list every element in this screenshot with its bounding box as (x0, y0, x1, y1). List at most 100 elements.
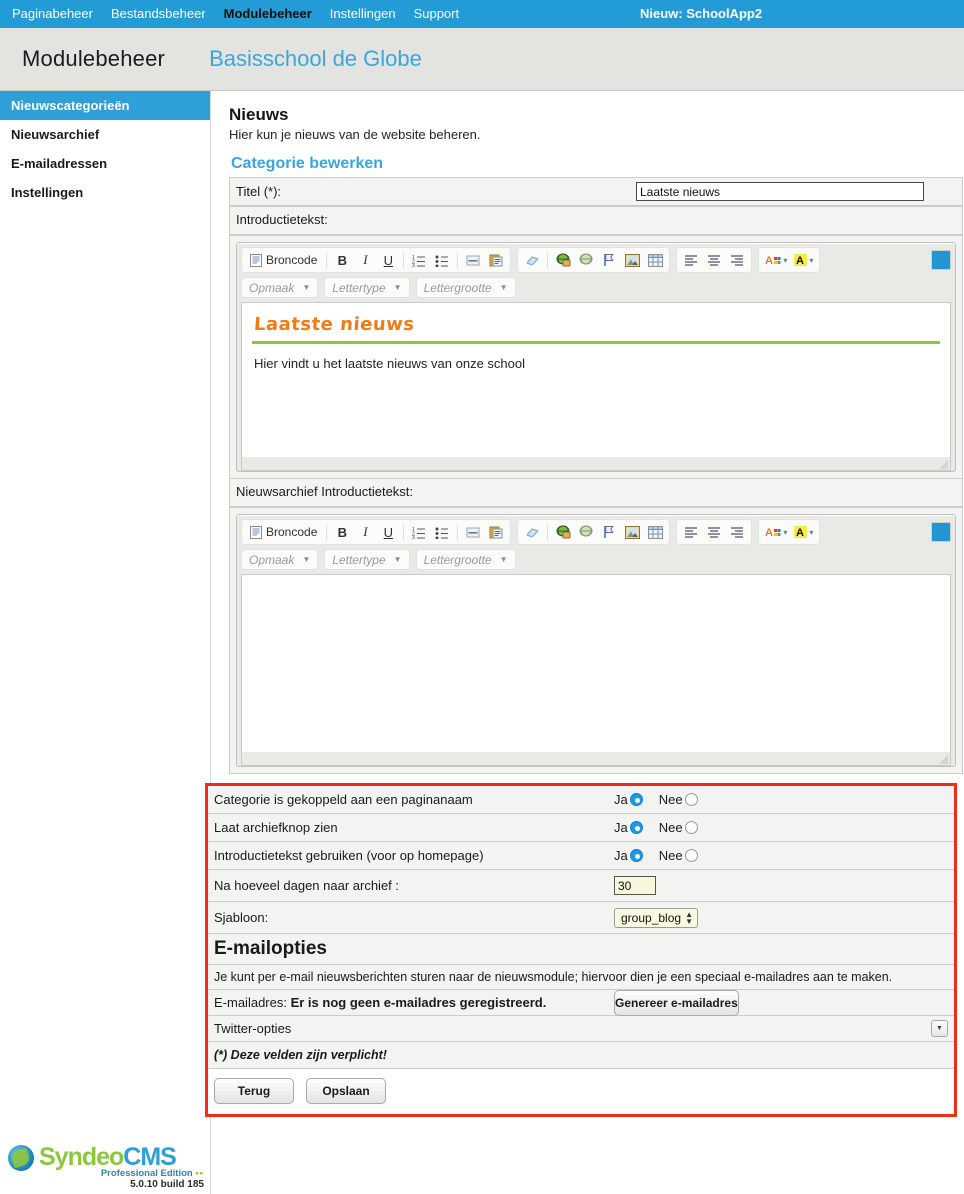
radio-ja[interactable] (629, 821, 643, 834)
titel-input[interactable] (636, 182, 924, 201)
table-button[interactable] (645, 250, 665, 270)
align-left-button[interactable] (681, 522, 701, 542)
numbered-list-button[interactable]: 123 (409, 250, 429, 270)
paste-from-word-button[interactable] (486, 522, 506, 542)
unlink-button[interactable] (576, 250, 596, 270)
align-center-button[interactable] (704, 522, 724, 542)
dagen-naar-archief-input[interactable] (614, 876, 656, 895)
chevron-down-icon: ▼ (936, 1025, 943, 1032)
radio-nee[interactable] (684, 849, 698, 862)
source-button[interactable]: Broncode (246, 250, 321, 270)
editor-footer-archive (241, 752, 951, 766)
maximize-button[interactable] (931, 522, 951, 542)
resize-grip-icon[interactable] (939, 460, 948, 469)
row-nieuwsarchief-introductietekst-label: Nieuwsarchief Introductietekst: (230, 479, 962, 507)
background-color-icon: A (794, 526, 808, 539)
sidebar-item-emailadressen[interactable]: E-mailadressen (0, 149, 210, 178)
unlink-button[interactable] (576, 522, 596, 542)
label-laat-archiefknop-zien: Laat archiefknop zien (214, 820, 338, 835)
fontsize-combo[interactable]: Lettergrootte ▼ (415, 549, 516, 570)
align-right-icon (731, 255, 744, 266)
font-combo[interactable]: Lettertype ▼ (324, 549, 410, 570)
background-color-button[interactable]: A ▾ (792, 250, 815, 270)
horizontal-rule-button[interactable] (463, 522, 483, 542)
nav-item-paginabeheer[interactable]: Paginabeheer (12, 0, 93, 28)
fontsize-combo[interactable]: Lettergrootte ▼ (415, 277, 516, 298)
text-color-button[interactable]: A ▾ (763, 522, 789, 542)
link-button[interactable] (553, 250, 573, 270)
text-color-button[interactable]: A ▾ (763, 250, 789, 270)
nav-item-bestandsbeheer[interactable]: Bestandsbeheer (111, 0, 206, 28)
row-twitter-opties[interactable]: Twitter-opties ▼ (208, 1016, 954, 1042)
page-title: Nieuws (229, 105, 289, 124)
logo-text-syndeo: Syndeo (39, 1143, 124, 1171)
numbered-list-button[interactable]: 123 (409, 522, 429, 542)
save-button[interactable]: Opslaan (306, 1078, 386, 1104)
radio-nee[interactable] (684, 793, 698, 806)
link-button[interactable] (553, 522, 573, 542)
radio-ja[interactable] (629, 849, 643, 862)
underline-button[interactable]: U (378, 250, 398, 270)
remove-format-icon (526, 527, 539, 538)
sidebar-item-nieuwscategorieen[interactable]: Nieuwscategorieën (0, 91, 210, 120)
font-combo-label: Lettertype (332, 552, 386, 567)
editor2-toolbar-row-2: Opmaak ▼ Lettertype ▼ Lettergrootte ▼ (241, 549, 951, 570)
archive-intro-label-table: Nieuwsarchief Introductietekst: (229, 479, 963, 508)
font-combo[interactable]: Lettertype ▼ (324, 277, 410, 298)
back-button[interactable]: Terug (214, 1078, 294, 1104)
radio-label-nee: Nee (658, 848, 683, 863)
radio-label-ja: Ja (614, 848, 628, 863)
header-module-title: Modulebeheer (22, 46, 166, 71)
bullet-list-button[interactable] (432, 522, 452, 542)
bold-button[interactable]: B (332, 250, 352, 270)
main-content: Nieuws Hier kun je nieuws van de website… (205, 91, 964, 1194)
editor-heading: Laatste nieuws (253, 314, 416, 335)
editor2-toolbar-row-1: Broncode B I U 123 A ▾ A ▾ (241, 519, 951, 545)
image-button[interactable] (622, 250, 642, 270)
resize-grip-icon[interactable] (939, 755, 948, 764)
radio-nee[interactable] (684, 821, 698, 834)
align-right-button[interactable] (727, 250, 747, 270)
align-left-button[interactable] (681, 250, 701, 270)
nav-item-modulebeheer[interactable]: Modulebeheer (224, 0, 312, 28)
bold-button[interactable]: B (332, 522, 352, 542)
source-button[interactable]: Broncode (246, 522, 321, 542)
align-right-icon (731, 527, 744, 538)
editor-body-archive[interactable] (241, 574, 951, 752)
editor-paragraph: Hier vindt u het laatste nieuws van onze… (254, 356, 525, 371)
anchor-button[interactable] (599, 522, 619, 542)
editor-body-intro[interactable]: Laatste nieuws Hier vindt u het laatste … (241, 302, 951, 457)
unlink-icon (579, 525, 593, 537)
nav-notice-schoolapp2[interactable]: Nieuw: SchoolApp2 (640, 0, 762, 28)
anchor-button[interactable] (599, 250, 619, 270)
radio-group-categorie-gekoppeld: Ja Nee (614, 792, 700, 807)
remove-format-button[interactable] (522, 250, 542, 270)
underline-button[interactable]: U (378, 522, 398, 542)
background-color-button[interactable]: A ▾ (792, 522, 815, 542)
align-right-button[interactable] (727, 522, 747, 542)
format-combo[interactable]: Opmaak ▼ (241, 549, 319, 570)
page-layout: Nieuwscategorieën Nieuwsarchief E-mailad… (0, 91, 964, 1194)
editor-heading-rule (252, 341, 940, 344)
sidebar-item-instellingen[interactable]: Instellingen (0, 178, 210, 207)
paste-from-word-button[interactable] (486, 250, 506, 270)
format-combo[interactable]: Opmaak ▼ (241, 277, 319, 298)
italic-button[interactable]: I (355, 522, 375, 542)
generate-email-button[interactable]: Genereer e-mailadres (614, 990, 739, 1016)
sidebar-item-nieuwsarchief[interactable]: Nieuwsarchief (0, 120, 210, 149)
bullet-list-button[interactable] (432, 250, 452, 270)
sjabloon-select[interactable]: group_blog ▲ ▼ (614, 907, 699, 928)
remove-format-button[interactable] (522, 522, 542, 542)
image-button[interactable] (622, 522, 642, 542)
align-center-button[interactable] (704, 250, 724, 270)
stepper-arrows-icon: ▲ ▼ (685, 909, 694, 926)
nav-item-instellingen[interactable]: Instellingen (330, 0, 396, 28)
nav-item-support[interactable]: Support (414, 0, 460, 28)
logo-edition-text: Professional Edition (100, 1168, 193, 1179)
horizontal-rule-button[interactable] (463, 250, 483, 270)
radio-ja[interactable] (629, 793, 643, 806)
maximize-button[interactable] (931, 250, 951, 270)
table-button[interactable] (645, 522, 665, 542)
twitter-expand-button[interactable]: ▼ (931, 1020, 948, 1037)
italic-button[interactable]: I (355, 250, 375, 270)
